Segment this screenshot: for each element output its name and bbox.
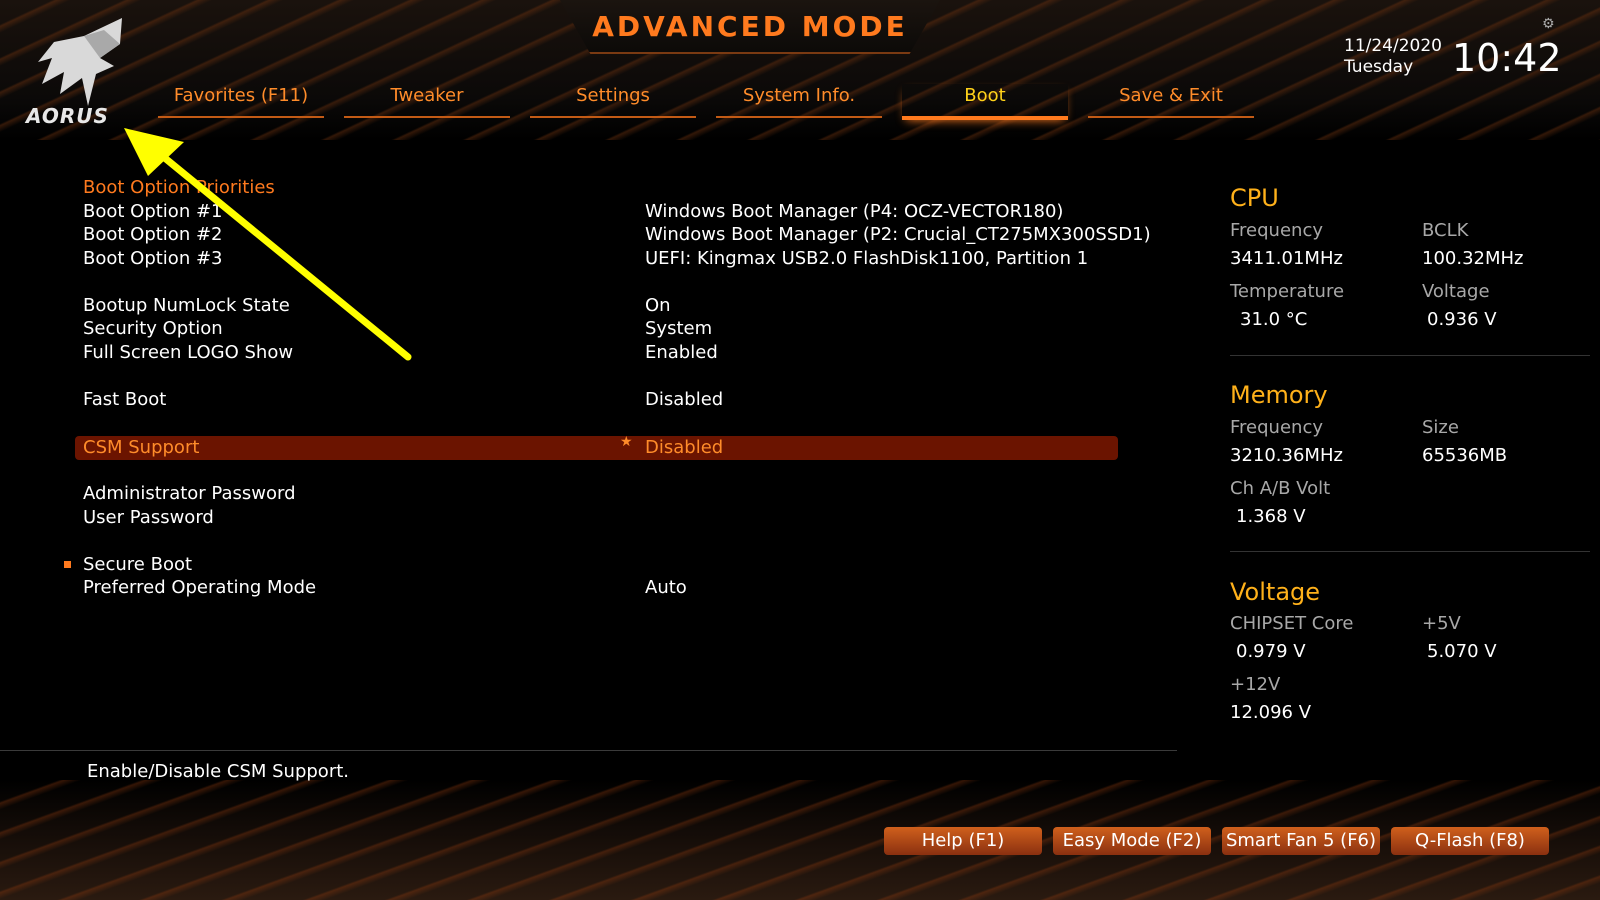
csm-support-value[interactable]: Disabled [645,437,723,459]
help-button[interactable]: Help (F1) [884,827,1042,855]
submenu-bullet-icon [64,561,71,568]
numlock-value[interactable]: On [645,295,671,317]
security-option-value[interactable]: System [645,318,712,340]
date-display: 11/24/2020 Tuesday [1344,36,1442,78]
logo-show-label[interactable]: Full Screen LOGO Show [83,342,293,364]
memory-size-label: Size [1422,417,1459,438]
security-option-label[interactable]: Security Option [83,318,223,340]
plus5v-value: 5.070 V [1427,641,1497,662]
plus12v-value: 12.096 V [1230,702,1312,723]
chipset-core-value: 0.979 V [1236,641,1306,662]
boot-option-3-label[interactable]: Boot Option #3 [83,248,222,270]
plus12v-label: +12V [1230,674,1281,695]
csm-support-highlight[interactable] [75,436,1118,460]
sidebar-divider [1230,551,1590,552]
help-divider [0,750,1177,751]
memory-frequency-label: Frequency [1230,417,1323,438]
fast-boot-value[interactable]: Disabled [645,389,723,411]
preferred-os-value[interactable]: Auto [645,577,687,599]
boot-option-3-value[interactable]: UEFI: Kingmax USB2.0 FlashDisk1100, Part… [645,248,1088,270]
tab-boot[interactable]: Boot [902,84,1068,120]
tab-settings[interactable]: Settings [530,84,696,118]
settings-gear-icon[interactable]: ⚙ [1542,16,1555,32]
fast-boot-label[interactable]: Fast Boot [83,389,166,411]
numlock-label[interactable]: Bootup NumLock State [83,295,290,317]
plus5v-label: +5V [1422,613,1461,634]
aorus-logo-text: AORUS [26,104,109,128]
tab-save-exit[interactable]: Save & Exit [1088,84,1254,118]
boot-option-1-value[interactable]: Windows Boot Manager (P4: OCZ-VECTOR180) [645,201,1063,223]
csm-support-label[interactable]: CSM Support [83,437,199,459]
boot-option-2-value[interactable]: Windows Boot Manager (P2: Crucial_CT275M… [645,224,1151,246]
page-title: ADVANCED MODE [592,10,908,43]
voltage-heading: Voltage [1230,578,1321,606]
easy-mode-button[interactable]: Easy Mode (F2) [1053,827,1211,855]
logo-show-value[interactable]: Enabled [645,342,718,364]
secure-boot-label[interactable]: Secure Boot [83,554,192,576]
tab-favorites[interactable]: Favorites (F11) [158,84,324,118]
cpu-bclk-label: BCLK [1422,220,1469,241]
chipset-core-label: CHIPSET Core [1230,613,1354,634]
cpu-voltage-label: Voltage [1422,281,1490,302]
smart-fan-button[interactable]: Smart Fan 5 (F6) [1222,827,1380,855]
memory-size-value: 65536MB [1422,445,1508,466]
boot-option-priorities-header[interactable]: Boot Option Priorities [83,177,275,199]
date-text: 11/24/2020 [1344,36,1442,56]
memory-frequency-value: 3210.36MHz [1230,445,1343,466]
memory-chab-volt-value: 1.368 V [1236,506,1306,527]
tab-tweaker[interactable]: Tweaker [344,84,510,118]
cpu-voltage-value: 0.936 V [1427,309,1497,330]
cpu-heading: CPU [1230,184,1279,212]
help-description: Enable/Disable CSM Support. [87,761,349,782]
memory-heading: Memory [1230,381,1328,409]
admin-password-label[interactable]: Administrator Password [83,483,296,505]
clock: 10:42 [1452,36,1562,80]
changed-star-icon: ★ [620,434,633,450]
q-flash-button[interactable]: Q-Flash (F8) [1391,827,1549,855]
sidebar-divider [1230,355,1590,356]
cpu-temperature-value: 31.0 °C [1240,309,1308,330]
cpu-bclk-value: 100.32MHz [1422,248,1524,269]
user-password-label[interactable]: User Password [83,507,214,529]
day-text: Tuesday [1344,57,1414,77]
boot-option-1-label[interactable]: Boot Option #1 [83,201,222,223]
cpu-frequency-label: Frequency [1230,220,1323,241]
boot-option-2-label[interactable]: Boot Option #2 [83,224,222,246]
cpu-frequency-value: 3411.01MHz [1230,248,1343,269]
preferred-os-label[interactable]: Preferred Operating Mode [83,577,316,599]
tab-system-info[interactable]: System Info. [716,84,882,118]
cpu-temperature-label: Temperature [1230,281,1345,302]
memory-chab-volt-label: Ch A/B Volt [1230,478,1331,499]
